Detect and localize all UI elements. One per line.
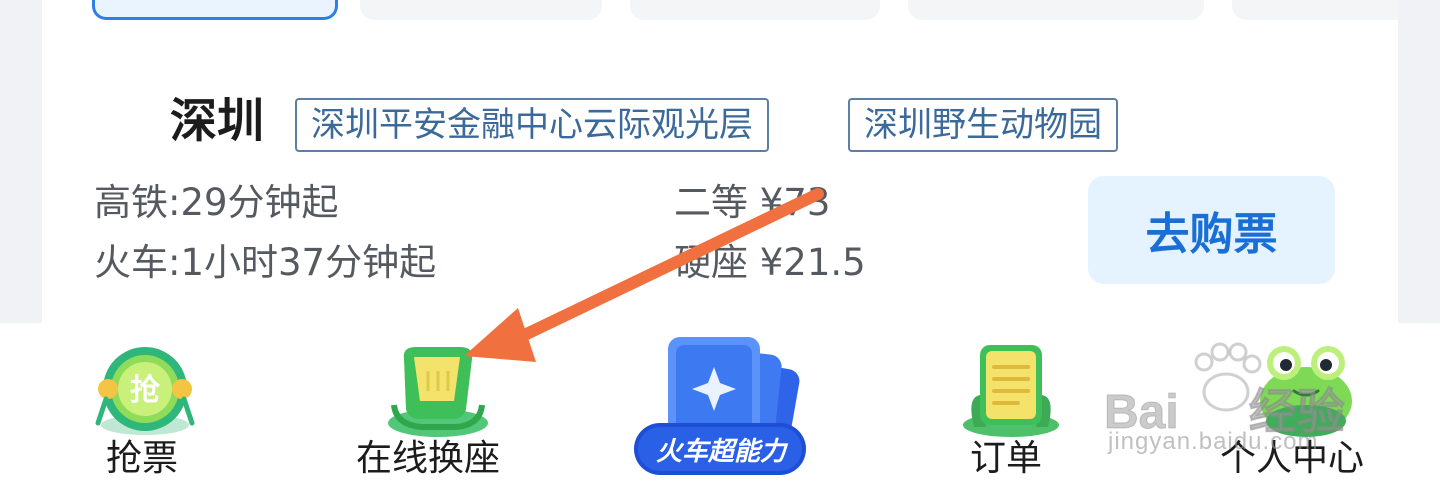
seat-icon <box>388 347 488 437</box>
nav-seat-change[interactable]: 在线换座 <box>350 323 520 495</box>
city-name: 深圳 <box>170 94 264 149</box>
nav-orders-label: 订单 <box>970 438 1043 479</box>
high-speed-duration: 高铁:29分钟起 <box>94 181 339 224</box>
buy-ticket-button[interactable]: 去购票 <box>1088 176 1335 284</box>
tab-5[interactable] <box>1232 0 1398 20</box>
nav-grab-label: 抢票 <box>106 438 179 479</box>
tab-2[interactable] <box>360 0 602 20</box>
orders-icon <box>963 345 1059 437</box>
grab-ticket-icon: 抢 <box>95 347 195 435</box>
train-duration: 火车:1小时37分钟起 <box>94 241 437 284</box>
tab-active[interactable] <box>92 0 338 20</box>
nav-grab-ticket[interactable]: 抢 抢票 <box>80 323 210 495</box>
super-power-badge-text: 火车超能力 <box>655 437 786 467</box>
nav-super-power[interactable]: 火车超能力 <box>630 329 810 489</box>
second-class-price: 二等 ¥73 <box>674 181 831 224</box>
tab-4[interactable] <box>908 0 1204 20</box>
attraction-tag-2[interactable]: 深圳野生动物园 <box>848 98 1118 152</box>
nav-seat-change-label: 在线换座 <box>356 438 501 479</box>
attraction-tag-1[interactable]: 深圳平安金融中心云际观光层 <box>295 98 769 152</box>
watermark-url: jingyan.baidu.com <box>1108 428 1319 455</box>
nav-orders[interactable]: 订单 <box>950 323 1070 495</box>
tab-3[interactable] <box>630 0 880 20</box>
screen: 深圳 深圳平安金融中心云际观光层 深圳野生动物园 高铁:29分钟起 火车:1小时… <box>0 0 1440 495</box>
hard-seat-price: 硬座 ¥21.5 <box>674 241 866 284</box>
grab-icon-glyph: 抢 <box>130 373 161 408</box>
